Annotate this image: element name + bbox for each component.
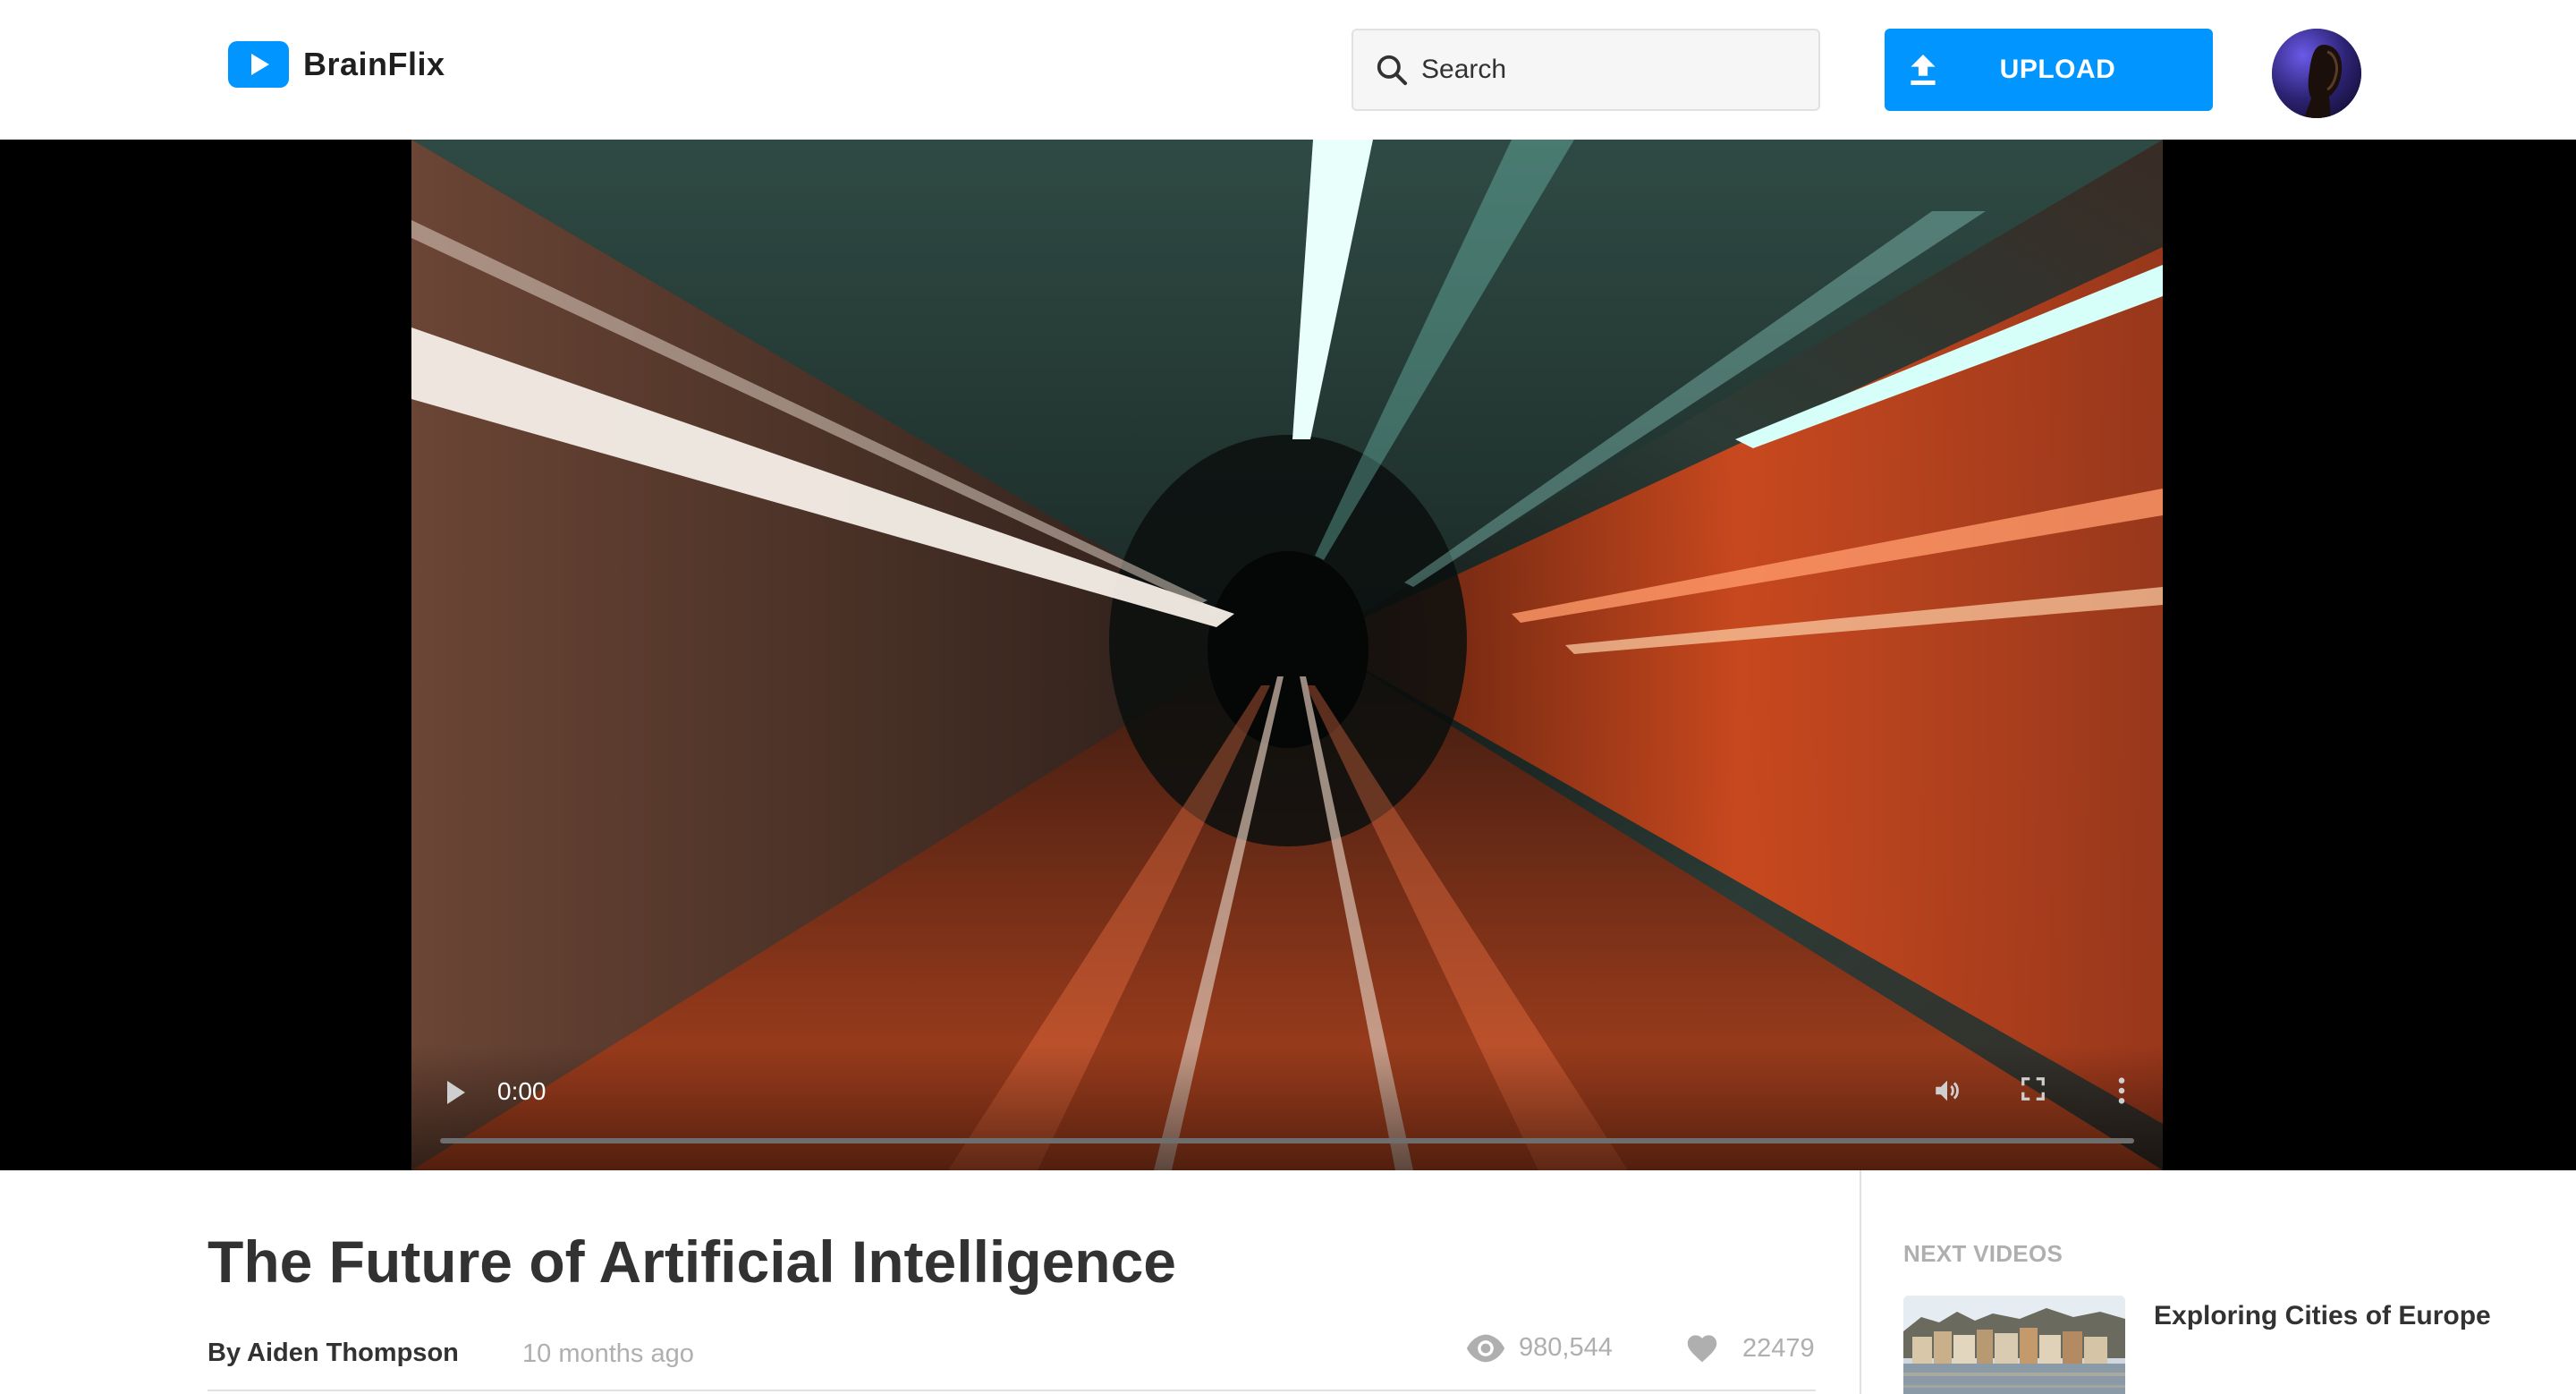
next-video-item[interactable]: Exploring Cities of Europe [1903, 1294, 2529, 1394]
play-icon[interactable] [447, 1081, 465, 1104]
views-count: 980,544 [1519, 1333, 1613, 1362]
video-player-band: 0:00 [0, 140, 2576, 1170]
more-options-icon[interactable] [2116, 1075, 2127, 1106]
video-date: 10 months ago [522, 1339, 694, 1368]
search-box[interactable] [1352, 29, 1820, 111]
upload-button[interactable]: UPLOAD [1885, 29, 2213, 111]
thumbnail-image [1903, 1296, 2125, 1394]
volume-icon[interactable] [1932, 1075, 1962, 1106]
search-icon [1377, 55, 1408, 86]
current-time: 0:00 [497, 1077, 547, 1105]
section-divider [1860, 1170, 1861, 1394]
progress-bar[interactable] [440, 1138, 2134, 1143]
video-author: By Aiden Thompson [208, 1339, 459, 1367]
info-divider [208, 1390, 1816, 1391]
fullscreen-icon[interactable] [2020, 1075, 2046, 1102]
video-poster-image [411, 140, 2163, 1170]
eye-icon [1466, 1334, 1505, 1362]
likes-stat[interactable]: 22479 [1685, 1333, 1815, 1364]
next-video-title: Exploring Cities of Europe [2154, 1301, 2491, 1330]
heart-icon[interactable] [1685, 1333, 1719, 1364]
next-videos-heading: NEXT VIDEOS [1903, 1240, 2063, 1267]
brainflix-logo[interactable]: BrainFlix [228, 41, 445, 88]
search-input[interactable] [1421, 55, 1779, 85]
video-player[interactable]: 0:00 [411, 140, 2163, 1170]
site-header: BrainFlix UPLOAD [0, 0, 2576, 140]
views-stat: 980,544 [1465, 1333, 1613, 1363]
user-avatar[interactable] [2272, 29, 2361, 118]
video-title: The Future of Artificial Intelligence [208, 1228, 1177, 1295]
next-video-thumbnail[interactable] [1903, 1296, 2125, 1394]
upload-label: UPLOAD [1999, 55, 2116, 84]
likes-count: 22479 [1742, 1333, 1815, 1363]
avatar-portrait [2272, 29, 2361, 118]
player-controls: 0:00 [411, 1045, 2163, 1170]
play-logo-icon [228, 41, 289, 88]
logo-text: BrainFlix [303, 46, 445, 82]
